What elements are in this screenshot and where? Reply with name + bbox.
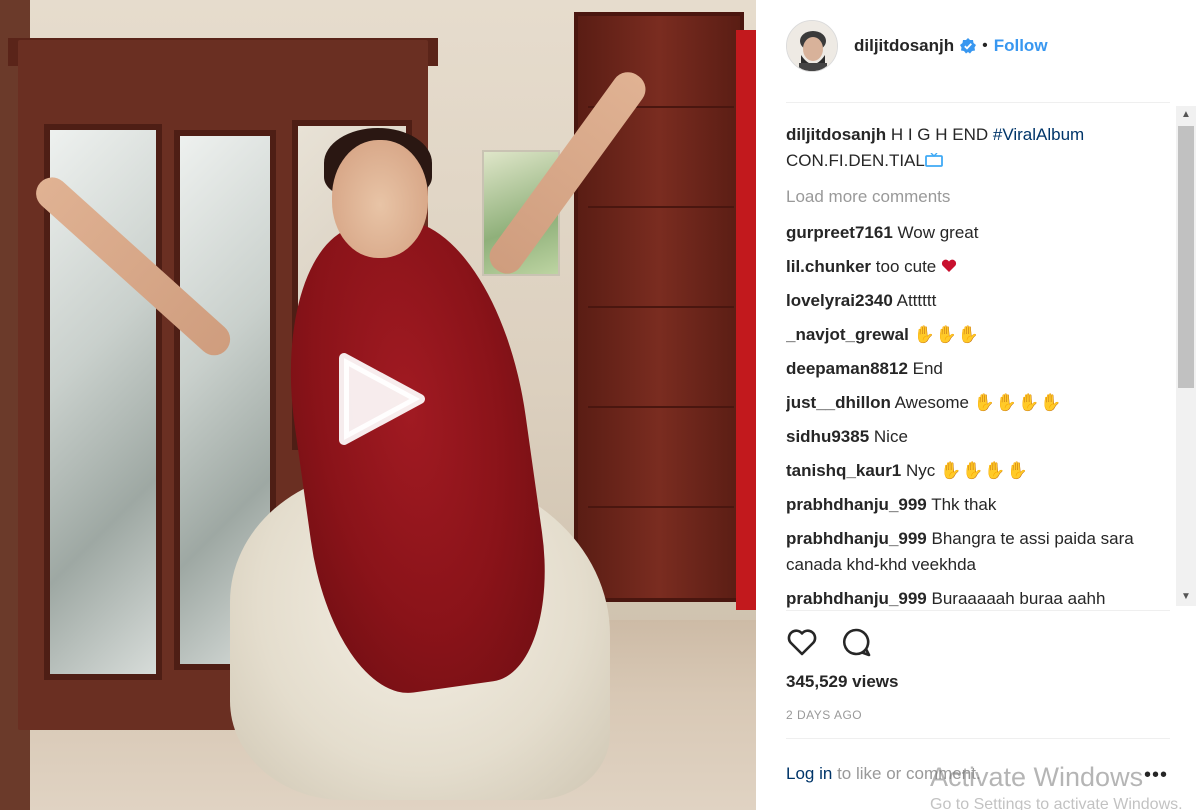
dancer-face	[332, 140, 428, 258]
activate-windows-subtext: Go to Settings to activate Windows.	[930, 796, 1183, 810]
comment-text: Buraaaaah buraa aahh	[931, 589, 1106, 608]
caption-hashtag[interactable]: #ViralAlbum	[993, 125, 1084, 144]
clap-emoji-icon: ✋✋✋✋	[940, 461, 1029, 480]
comment-item: gurpreet7161 Wow great	[786, 220, 1166, 246]
comment-text: Nice	[873, 427, 908, 446]
heart-emoji-icon	[941, 259, 957, 272]
comments-list[interactable]: diljitdosanjh H I G H END #ViralAlbum CO…	[786, 118, 1166, 608]
comment-username[interactable]: gurpreet7161	[786, 223, 893, 242]
comment-bubble-icon[interactable]	[840, 627, 872, 657]
tv-icon	[924, 152, 943, 167]
comment-item: prabhdhanju_999 Thk thak	[786, 492, 1166, 518]
comment-item: lovelyrai2340 Atttttt	[786, 288, 1166, 314]
comment-text: End	[912, 359, 943, 378]
caption-text: H I G H END	[890, 125, 989, 144]
load-more-comments-button[interactable]: Load more comments	[786, 184, 1166, 210]
play-icon[interactable]	[336, 350, 426, 448]
comment-item: _navjot_grewal ✋✋✋	[786, 322, 1166, 348]
clap-emoji-icon: ✋✋✋✋	[973, 393, 1063, 412]
red-wall	[736, 30, 756, 610]
comment-username[interactable]: prabhdhanju_999	[786, 529, 927, 548]
more-options-icon[interactable]: •••	[1144, 764, 1168, 787]
comment-username[interactable]: lovelyrai2340	[786, 291, 893, 310]
comment-item: tanishq_kaur1 Nyc ✋✋✋✋	[786, 458, 1166, 484]
door-panel-line	[588, 206, 734, 208]
caption-username[interactable]: diljitdosanjh	[786, 125, 886, 144]
comment-username[interactable]: prabhdhanju_999	[786, 589, 927, 608]
comment-username[interactable]: _navjot_grewal	[786, 325, 909, 344]
view-count[interactable]: 345,529 views	[786, 672, 898, 692]
comment-item: prabhdhanju_999 Buraaaaah buraa aahh	[786, 586, 1166, 608]
scroll-up-arrow-icon[interactable]: ▲	[1176, 106, 1196, 124]
comment-username[interactable]: deepaman8812	[786, 359, 908, 378]
login-link[interactable]: Log in	[786, 764, 832, 783]
comment-text: too cute	[875, 257, 937, 276]
scroll-thumb[interactable]	[1178, 126, 1194, 388]
comment-text: Thk thak	[931, 495, 997, 514]
comments-scrollbar[interactable]: ▲ ▼	[1176, 106, 1196, 606]
scroll-down-arrow-icon[interactable]: ▼	[1176, 588, 1196, 606]
follow-button[interactable]: Follow	[994, 36, 1048, 56]
username-link[interactable]: diljitdosanjh	[854, 36, 954, 56]
separator-dot: •	[982, 37, 988, 54]
comment-username[interactable]: prabhdhanju_999	[786, 495, 927, 514]
comments-divider	[786, 610, 1170, 611]
post-caption: diljitdosanjh H I G H END #ViralAlbum CO…	[786, 122, 1166, 174]
clap-emoji-icon: ✋✋✋	[913, 325, 981, 344]
post-header: diljitdosanjh • Follow	[786, 14, 1166, 78]
verified-badge-icon	[960, 38, 977, 54]
comment-item: lil.chunker too cute	[786, 254, 1166, 280]
comment-text: Atttttt	[896, 291, 937, 310]
video-player[interactable]	[0, 0, 756, 810]
avatar-image-icon	[787, 21, 837, 71]
footer-divider	[786, 738, 1170, 739]
comment-item: just__dhillon Awesome ✋✋✋✋	[786, 390, 1166, 416]
door-panel-line	[588, 406, 734, 408]
comment-username[interactable]: tanishq_kaur1	[786, 461, 901, 480]
comment-item: sidhu9385 Nice	[786, 424, 1166, 450]
comment-text: Nyc	[906, 461, 936, 480]
caption-text-line2: CON.FI.DEN.TIAL	[786, 151, 925, 170]
comment-text: Awesome	[894, 393, 969, 412]
comment-username[interactable]: lil.chunker	[786, 257, 871, 276]
header-divider	[786, 102, 1170, 103]
like-heart-icon[interactable]	[786, 627, 818, 657]
comment-text: Wow great	[897, 223, 979, 242]
comment-username[interactable]: sidhu9385	[786, 427, 869, 446]
door-panel-line	[588, 506, 734, 508]
comment-item: deepaman8812 End	[786, 356, 1166, 382]
comment-item: prabhdhanju_999 Bhangra te assi paida sa…	[786, 526, 1166, 578]
avatar[interactable]	[786, 20, 838, 72]
activate-windows-watermark: Activate Windows	[930, 762, 1144, 792]
comment-username[interactable]: just__dhillon	[786, 393, 891, 412]
post-actions	[786, 622, 986, 662]
door-panel-line	[588, 306, 734, 308]
post-timestamp[interactable]: 2 DAYS AGO	[786, 708, 862, 722]
